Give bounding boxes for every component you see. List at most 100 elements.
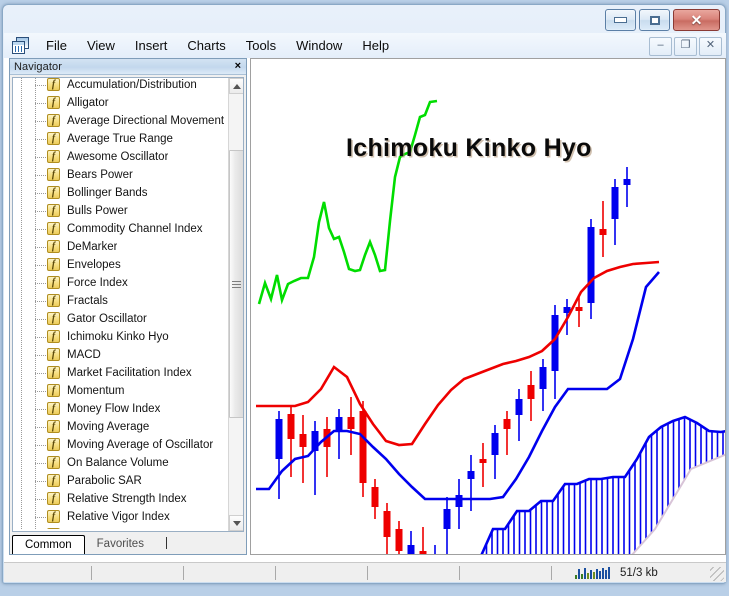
tree-elbow-line [35, 481, 47, 482]
navigator-item-money-flow-index[interactable]: f Money Flow Index [13, 400, 229, 418]
mdi-close-button[interactable]: ✕ [699, 37, 722, 56]
navigator-item-accumulation-distribution[interactable]: f Accumulation/Distribution [13, 78, 229, 94]
tree-elbow-line [35, 247, 47, 248]
status-bar: 51/3 kb [4, 562, 726, 582]
navigator-item-moving-average[interactable]: f Moving Average [13, 418, 229, 436]
navigator-item-label: Alligator [67, 97, 109, 109]
window-titlebar: ✕ [3, 5, 725, 35]
scroll-down-arrow-icon[interactable] [229, 515, 243, 531]
function-icon: f [47, 258, 60, 271]
signal-bar [587, 572, 589, 579]
tree-elbow-line [35, 355, 47, 356]
navigator-scrollbar[interactable] [228, 78, 243, 531]
function-icon: f [47, 492, 60, 505]
navigator-item-relative-vigor-index[interactable]: f Relative Vigor Index [13, 508, 229, 526]
navigator-item-label: Accumulation/Distribution [67, 79, 197, 91]
function-icon: f [47, 276, 60, 289]
navigator-tabs: Common Favorites [12, 533, 244, 554]
navigator-item-macd[interactable]: f MACD [13, 346, 229, 364]
navigator-item-bulls-power[interactable]: f Bulls Power [13, 202, 229, 220]
status-cell-5 [460, 565, 552, 580]
signal-bar [608, 566, 610, 579]
navigator-item-label: Average True Range [67, 133, 173, 145]
tree-guide-line [21, 148, 22, 166]
navigator-item-on-balance-volume[interactable]: f On Balance Volume [13, 454, 229, 472]
mdi-minimize-button[interactable]: – [649, 37, 672, 56]
navigator-item-momentum[interactable]: f Momentum [13, 382, 229, 400]
navigator-item-moving-average-of-oscillator[interactable]: f Moving Average of Oscillator [13, 436, 229, 454]
navigator-item-bears-power[interactable]: f Bears Power [13, 166, 229, 184]
candle-body [335, 417, 343, 431]
application-window: ✕ File View Insert Charts Tools Window H… [2, 4, 726, 584]
signal-bar [581, 573, 583, 579]
tree-elbow-line [35, 409, 47, 410]
menu-bar: File View Insert Charts Tools Window Hel… [4, 33, 726, 58]
candle-body [347, 417, 355, 429]
tree-elbow-line [35, 463, 47, 464]
navigator-close-icon[interactable]: × [232, 61, 244, 72]
candle-body [383, 511, 391, 537]
navigator-titlebar: Navigator × [10, 59, 246, 75]
tree-guide-line [21, 78, 22, 94]
navigator-item-label: Fractals [67, 295, 108, 307]
navigator-item-standard-deviation[interactable]: fStandard Deviation [13, 526, 229, 529]
function-icon: f [47, 438, 60, 451]
menu-help[interactable]: Help [353, 35, 398, 56]
navigator-item-bollinger-bands[interactable]: f Bollinger Bands [13, 184, 229, 202]
mdi-window-controls: – ❐ ✕ [649, 37, 722, 56]
navigator-item-gator-oscillator[interactable]: f Gator Oscillator [13, 310, 229, 328]
signal-bar [596, 568, 598, 579]
navigator-item-market-facilitation-index[interactable]: f Market Facilitation Index [13, 364, 229, 382]
tree-guide-line [21, 292, 22, 310]
navigator-item-label: Moving Average of Oscillator [67, 439, 214, 451]
tree-guide-line [21, 238, 22, 256]
navigator-item-force-index[interactable]: f Force Index [13, 274, 229, 292]
signal-bar [605, 569, 607, 579]
close-button[interactable]: ✕ [673, 9, 720, 31]
menu-insert[interactable]: Insert [126, 35, 177, 56]
minimize-button[interactable] [605, 9, 636, 31]
function-icon: f [47, 456, 60, 469]
chart-window[interactable]: Ichimoku Kinko Hyo [250, 58, 726, 555]
navigator-item-average-directional-movement[interactable]: f Average Directional Movement [13, 112, 229, 130]
tree-elbow-line [35, 175, 47, 176]
navigator-item-awesome-oscillator[interactable]: f Awesome Oscillator [13, 148, 229, 166]
menu-charts[interactable]: Charts [178, 35, 234, 56]
candle-body [491, 433, 499, 455]
navigator-item-fractals[interactable]: f Fractals [13, 292, 229, 310]
navigator-item-commodity-channel-index[interactable]: f Commodity Channel Index [13, 220, 229, 238]
candle-body [575, 307, 583, 311]
menu-file[interactable]: File [37, 35, 76, 56]
menu-window[interactable]: Window [287, 35, 351, 56]
scrollbar-thumb[interactable] [229, 150, 243, 418]
tree-elbow-line [35, 229, 47, 230]
tab-favorites[interactable]: Favorites [85, 535, 156, 553]
tree-elbow-line [35, 517, 47, 518]
candle-body [527, 385, 535, 399]
function-icon: f [47, 312, 60, 325]
navigator-item-parabolic-sar[interactable]: f Parabolic SAR [13, 472, 229, 490]
tree-elbow-line [35, 301, 47, 302]
window-controls: ✕ [605, 9, 720, 31]
charts-app-icon [12, 36, 30, 55]
tab-common[interactable]: Common [12, 535, 85, 554]
navigator-tree[interactable]: f Accumulation/Distribution f Alligator f Ave… [12, 77, 244, 532]
function-icon: f [47, 294, 60, 307]
scroll-up-arrow-icon[interactable] [229, 78, 243, 94]
navigator-item-label: Force Index [67, 277, 128, 289]
function-icon: f [47, 510, 60, 523]
navigator-item-ichimoku-kinko-hyo[interactable]: f Ichimoku Kinko Hyo [13, 328, 229, 346]
tree-guide-line [21, 328, 22, 346]
signal-bar [578, 568, 580, 579]
mdi-restore-button[interactable]: ❐ [674, 37, 697, 56]
navigator-item-relative-strength-index[interactable]: f Relative Strength Index [13, 490, 229, 508]
menu-view[interactable]: View [78, 35, 124, 56]
navigator-item-alligator[interactable]: f Alligator [13, 94, 229, 112]
navigator-item-demarker[interactable]: f DeMarker [13, 238, 229, 256]
menu-tools[interactable]: Tools [237, 35, 285, 56]
maximize-button[interactable] [639, 9, 670, 31]
senkou-span-a-line [480, 415, 725, 554]
navigator-item-average-true-range[interactable]: f Average True Range [13, 130, 229, 148]
resize-grip-icon[interactable] [710, 567, 724, 581]
navigator-item-envelopes[interactable]: f Envelopes [13, 256, 229, 274]
